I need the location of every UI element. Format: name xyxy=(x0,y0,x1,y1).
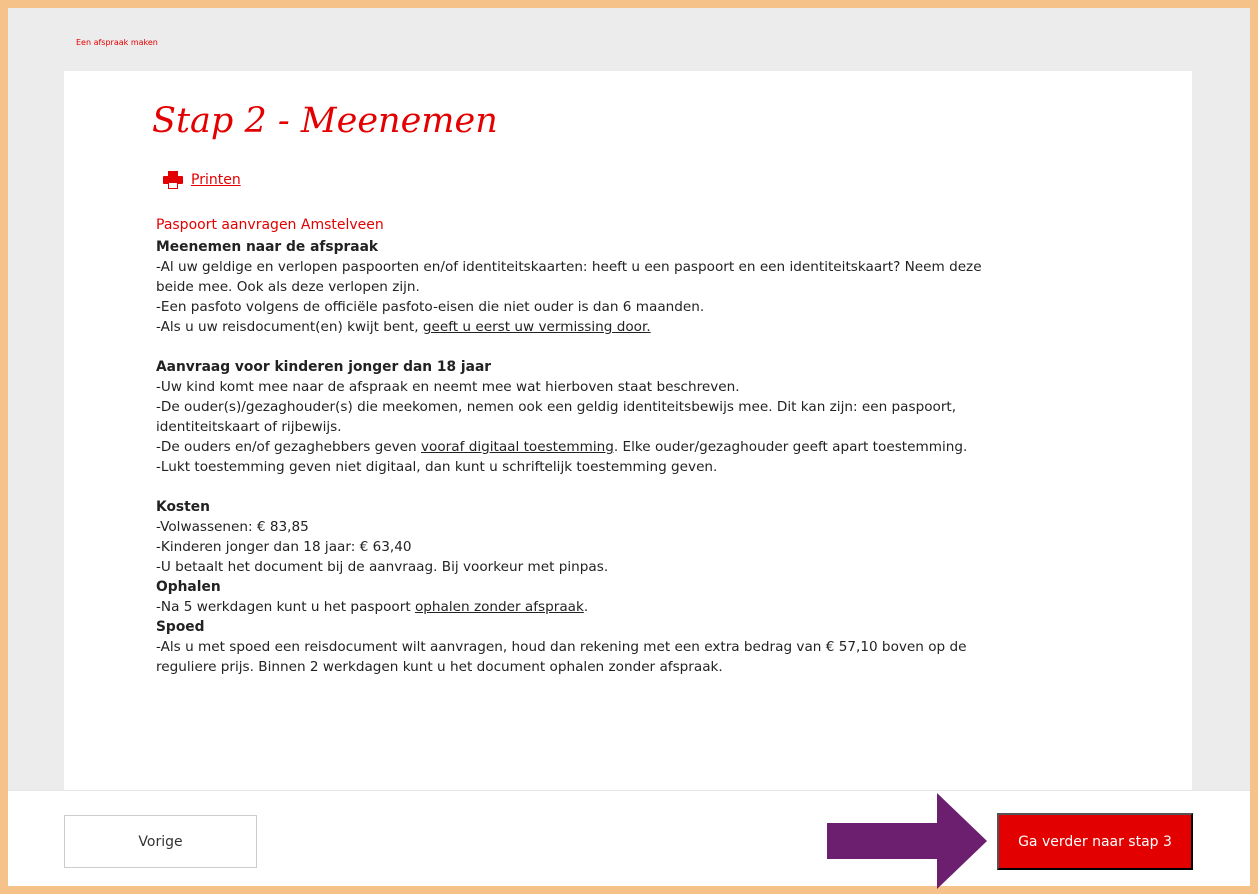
section-heading-urgent: Spoed xyxy=(156,619,205,635)
text-line: identiteitskaart of rijbewijs. xyxy=(156,419,342,435)
text-line: -De ouders en/of gezaghebbers geven voor… xyxy=(156,437,1156,457)
text-line: -Uw kind komt mee naar de afspraak en ne… xyxy=(156,379,740,395)
text-line: beide mee. Ook als deze verlopen zijn. xyxy=(156,279,420,295)
report-loss-link[interactable]: geeft u eerst uw vermissing door. xyxy=(423,319,651,335)
printer-icon[interactable] xyxy=(163,171,183,189)
content-card: Stap 2 - Meenemen Printen Paspoort aanvr… xyxy=(64,71,1192,797)
next-step-button[interactable]: Ga verder naar stap 3 xyxy=(997,813,1193,870)
previous-button[interactable]: Vorige xyxy=(64,815,257,868)
breadcrumb[interactable]: Een afspraak maken xyxy=(76,38,158,47)
text-segment: . Elke ouder/gezaghouder geeft apart toe… xyxy=(613,439,968,455)
main-content: Paspoort aanvragen Amstelveen Meenemen n… xyxy=(156,215,1156,677)
text-segment: -Als u uw reisdocument(en) kwijt bent, xyxy=(156,319,423,335)
text-line: reguliere prijs. Binnen 2 werkdagen kunt… xyxy=(156,659,723,675)
print-link[interactable]: Printen xyxy=(191,172,241,188)
text-line: -Lukt toestemming geven niet digitaal, d… xyxy=(156,459,718,475)
section-heading-pickup: Ophalen xyxy=(156,579,221,595)
text-segment: . xyxy=(583,599,589,615)
footer-bar: Vorige Ga verder naar stap 3 xyxy=(8,790,1250,886)
text-segment: -De ouders en/of gezaghebbers geven xyxy=(156,439,421,455)
section-heading-costs: Kosten xyxy=(156,499,210,515)
text-segment: -Na 5 werkdagen kunt u het paspoort xyxy=(156,599,415,615)
pickup-no-appointment-link[interactable]: ophalen zonder afspraak xyxy=(415,599,584,615)
text-line: -De ouder(s)/gezaghouder(s) die meekomen… xyxy=(156,399,957,415)
section-heading-bring: Meenemen naar de afspraak xyxy=(156,239,379,255)
text-line: -Als u met spoed een reisdocument wilt a… xyxy=(156,639,967,655)
text-line: -Al uw geldige en verlopen paspoorten en… xyxy=(156,259,982,275)
text-line: -Volwassenen: € 83,85 xyxy=(156,519,309,535)
page-subtitle: Paspoort aanvragen Amstelveen xyxy=(156,217,384,233)
page-title: Stap 2 - Meenemen xyxy=(152,101,498,141)
text-line: -Kinderen jonger dan 18 jaar: € 63,40 xyxy=(156,539,412,555)
text-line: -Als u uw reisdocument(en) kwijt bent, g… xyxy=(156,317,1156,337)
section-heading-children: Aanvraag voor kinderen jonger dan 18 jaa… xyxy=(156,359,492,375)
print-action[interactable]: Printen xyxy=(163,171,241,189)
arrow-right-icon xyxy=(827,793,987,889)
app-frame: Een afspraak maken Stap 2 - Meenemen Pri… xyxy=(8,8,1250,886)
text-line: -Na 5 werkdagen kunt u het paspoort opha… xyxy=(156,597,1156,617)
digital-consent-link[interactable]: vooraf digitaal toestemming xyxy=(421,439,614,455)
text-line: -U betaalt het document bij de aanvraag.… xyxy=(156,559,609,575)
text-line: -Een pasfoto volgens de officiële pasfot… xyxy=(156,299,705,315)
